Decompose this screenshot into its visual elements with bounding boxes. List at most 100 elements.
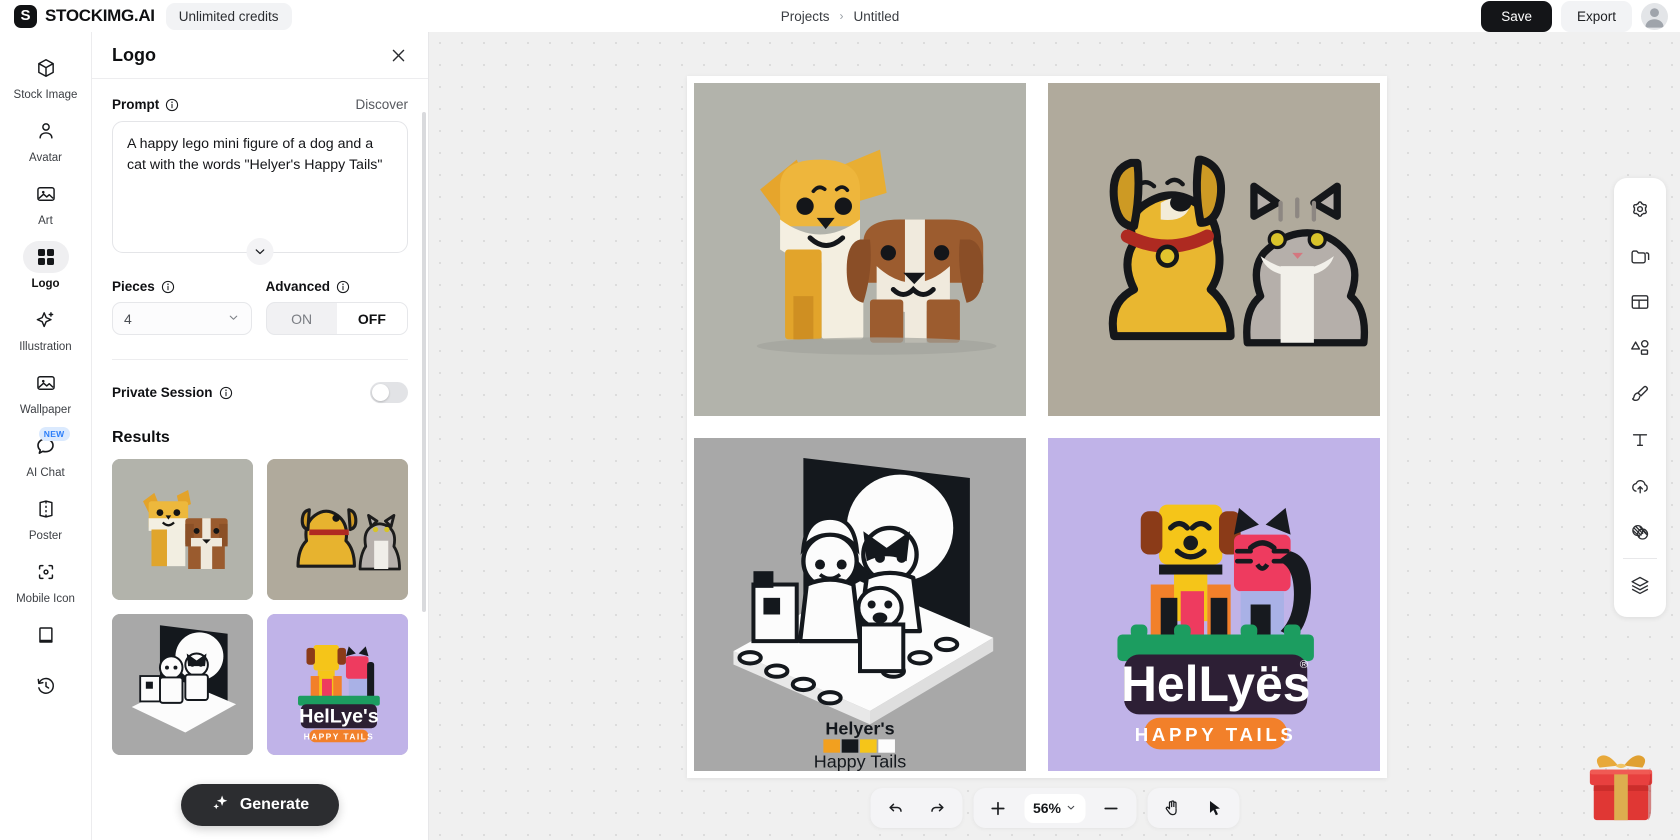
top-bar-actions: Save Export xyxy=(1481,1,1680,32)
discover-link[interactable]: Discover xyxy=(355,97,408,112)
canvas-bottom-toolbar: 56% xyxy=(870,788,1239,828)
sidebar-item-mobile-icon[interactable]: Mobile Icon xyxy=(0,550,92,613)
map-icon xyxy=(23,493,69,525)
sidebar-item-avatar[interactable]: Avatar xyxy=(0,109,92,172)
layers-icon[interactable] xyxy=(1618,562,1662,608)
advanced-off-option[interactable]: OFF xyxy=(337,303,407,334)
avatar[interactable] xyxy=(1641,3,1668,30)
breadcrumb-current[interactable]: Untitled xyxy=(854,9,900,24)
shapes-icon[interactable] xyxy=(1618,325,1662,371)
history-group xyxy=(870,788,962,828)
cloud-upload-icon[interactable] xyxy=(1618,463,1662,509)
panel-scrollbar[interactable] xyxy=(422,112,426,612)
person-icon xyxy=(23,115,69,147)
info-icon[interactable] xyxy=(219,386,233,400)
logo-generator-panel: Logo Prompt xyxy=(92,32,429,840)
result-thumb-lego-cat-and-dog-figures[interactable] xyxy=(112,459,253,600)
stockimg-logo-icon: S xyxy=(14,5,37,28)
left-nav-rail: Stock Image Avatar Art xyxy=(0,32,92,840)
artboard-cell-hellyes-happy-tails-lego-logo[interactable]: HelLyës ® HAPPY TAILS xyxy=(1048,438,1380,771)
advanced-label: Advanced xyxy=(266,279,331,294)
sidebar-item-ai-chat[interactable]: NEW AI Chat xyxy=(0,424,92,487)
undo-arrow-icon[interactable] xyxy=(876,792,914,824)
layout-icon[interactable] xyxy=(1618,279,1662,325)
prompt-value: A happy lego mini figure of a dog and a … xyxy=(127,134,393,175)
history-clock-icon xyxy=(23,670,69,702)
generate-bar: Generate xyxy=(92,784,428,826)
private-session-label-group: Private Session xyxy=(112,385,233,400)
brush-icon[interactable] xyxy=(1618,371,1662,417)
sidebar-item-wallpaper[interactable]: Wallpaper xyxy=(0,361,92,424)
redo-arrow-icon[interactable] xyxy=(918,792,956,824)
result-thumb-hellyes-happy-tails-lego-logo[interactable]: HelLye's HAPPY TAILS xyxy=(267,614,408,755)
generate-button[interactable]: Generate xyxy=(181,784,339,826)
sidebar-item-art[interactable]: Art xyxy=(0,172,92,235)
sidebar-item-stock-image[interactable]: Stock Image xyxy=(0,46,92,109)
page-title: Logo xyxy=(112,45,156,66)
sidebar-item-poster[interactable]: Poster xyxy=(0,487,92,550)
sidebar-item-label: Art xyxy=(38,215,53,227)
text-icon[interactable] xyxy=(1618,417,1662,463)
artboard-cell-monochrome-lego-scene-helyers[interactable]: Helyer's Happy Tails xyxy=(694,438,1026,771)
sidebar-item-illustration[interactable]: Illustration xyxy=(0,298,92,361)
pointer-tools-group xyxy=(1147,788,1239,828)
info-icon[interactable] xyxy=(336,280,350,294)
save-button[interactable]: Save xyxy=(1481,1,1552,32)
pieces-value: 4 xyxy=(124,311,132,327)
sidebar-item-logo[interactable]: Logo xyxy=(0,235,92,298)
artboard-cell-lego-cat-and-dog-figures[interactable] xyxy=(694,83,1026,416)
svg-text:HAPPY TAILS: HAPPY TAILS xyxy=(1135,724,1297,745)
sidebar-item-history[interactable] xyxy=(0,664,92,715)
brand-logo[interactable]: S STOCKIMG.AI xyxy=(0,5,155,28)
advanced-on-option[interactable]: ON xyxy=(267,303,337,334)
pieces-label: Pieces xyxy=(112,279,155,294)
zoom-level-value: 56% xyxy=(1033,800,1061,816)
gear-icon[interactable] xyxy=(1618,187,1662,233)
export-button[interactable]: Export xyxy=(1561,1,1632,32)
results-heading: Results xyxy=(112,429,408,447)
pieces-field: Pieces 4 xyxy=(112,279,252,335)
plus-icon[interactable] xyxy=(979,792,1017,824)
generate-label: Generate xyxy=(240,796,309,814)
chevron-right-icon: › xyxy=(840,9,844,23)
artboard-cell-golden-dog-and-grey-cat-mascot[interactable] xyxy=(1048,83,1380,416)
artboard[interactable]: Helyer's Happy Tails xyxy=(687,76,1387,778)
result-thumb-monochrome-lego-scene-helyers[interactable] xyxy=(112,614,253,755)
blend-icon[interactable] xyxy=(1618,509,1662,555)
credits-badge[interactable]: Unlimited credits xyxy=(166,3,292,30)
close-icon[interactable] xyxy=(389,46,408,65)
zoom-level-select[interactable]: 56% xyxy=(1024,794,1085,823)
info-icon[interactable] xyxy=(161,280,175,294)
pieces-label-group: Pieces xyxy=(112,279,252,294)
sidebar-item-label: Stock Image xyxy=(14,89,78,101)
info-icon[interactable] xyxy=(165,98,179,112)
gift-box-icon[interactable] xyxy=(1582,754,1660,826)
chevron-down-icon xyxy=(1065,800,1076,816)
hand-tool-icon[interactable] xyxy=(1153,792,1191,824)
sidebar-item-label: Wallpaper xyxy=(20,404,71,416)
panel-header: Logo xyxy=(92,32,428,79)
toggle-knob xyxy=(372,384,389,401)
sidebar-item-label: Logo xyxy=(31,278,59,290)
settings-row: Pieces 4 xyxy=(112,279,408,335)
sidebar-item-label: Poster xyxy=(29,530,62,542)
svg-text:HelLyës: HelLyës xyxy=(1121,656,1311,712)
result-thumb-golden-dog-and-grey-cat-mascot[interactable] xyxy=(267,459,408,600)
sidebar-item-book[interactable] xyxy=(0,613,92,664)
chevron-down-icon[interactable] xyxy=(247,238,274,265)
folder-icon[interactable] xyxy=(1618,233,1662,279)
prompt-label-group: Prompt xyxy=(112,97,179,112)
divider xyxy=(112,359,408,360)
main-area: Stock Image Avatar Art xyxy=(0,32,1680,840)
advanced-field: Advanced ON OFF xyxy=(266,279,409,335)
minus-icon[interactable] xyxy=(1092,792,1130,824)
pieces-select[interactable]: 4 xyxy=(112,302,252,335)
app-root: S STOCKIMG.AI Unlimited credits Projects… xyxy=(0,0,1680,840)
svg-text:Helyer's: Helyer's xyxy=(825,718,894,738)
user-avatar-icon xyxy=(1641,3,1668,30)
breadcrumb-projects[interactable]: Projects xyxy=(781,9,830,24)
private-session-toggle[interactable] xyxy=(370,382,408,403)
canvas-area[interactable]: Helyer's Happy Tails xyxy=(429,32,1680,840)
prompt-input[interactable]: A happy lego mini figure of a dog and a … xyxy=(112,121,408,253)
pointer-tool-icon[interactable] xyxy=(1195,792,1233,824)
